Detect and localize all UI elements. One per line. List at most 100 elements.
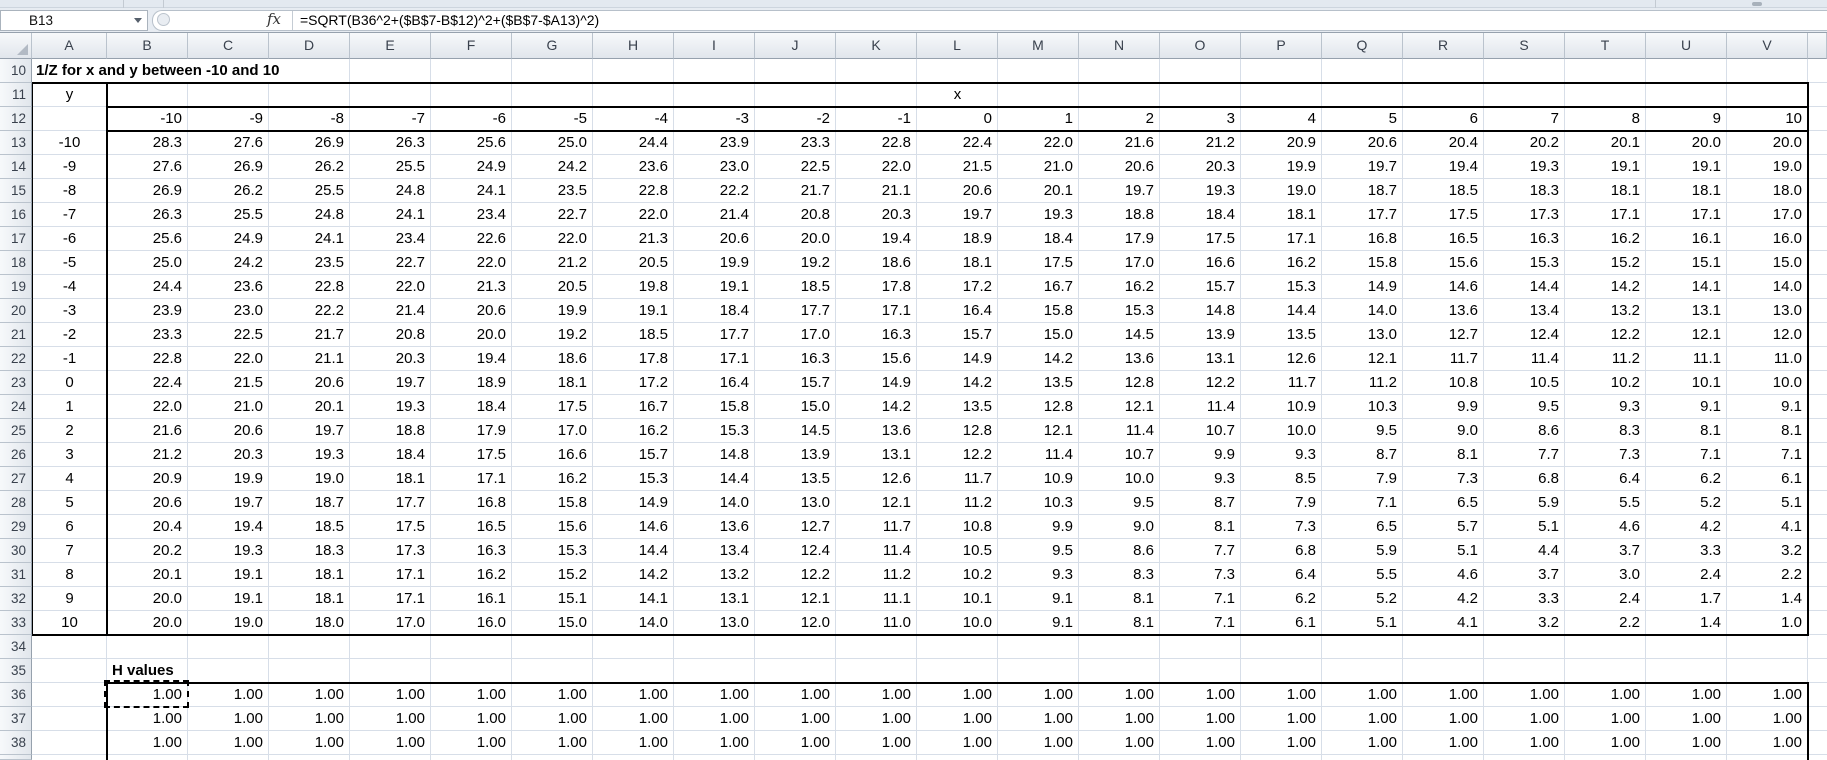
cell[interactable]: 18.3	[1484, 179, 1559, 203]
cell[interactable]: 11.7	[1403, 347, 1478, 371]
column-header[interactable]: J	[755, 33, 836, 59]
cell[interactable]: 20.0	[755, 227, 830, 251]
column-header[interactable]: F	[431, 33, 512, 59]
cell[interactable]: 19.1	[188, 563, 263, 587]
h-value-cell[interactable]: 1.00	[917, 731, 992, 755]
cell[interactable]: 4.2	[1403, 587, 1478, 611]
cell[interactable]: 5.1	[1403, 539, 1478, 563]
cell[interactable]: 15.2	[512, 563, 587, 587]
h-value-cell[interactable]: 1.00	[593, 683, 668, 707]
cell[interactable]: 22.0	[593, 203, 668, 227]
cell[interactable]: 23.6	[593, 155, 668, 179]
cell[interactable]: 7.9	[1322, 467, 1397, 491]
cell[interactable]: 15.3	[593, 467, 668, 491]
cell[interactable]: 10.0	[1727, 371, 1802, 395]
row-header[interactable]: 15	[0, 179, 32, 203]
x-value-cell[interactable]: 6	[1403, 107, 1478, 131]
cell[interactable]: 11.4	[836, 539, 911, 563]
cell[interactable]: 11.4	[998, 443, 1073, 467]
h-value-cell[interactable]: 1.00	[512, 683, 587, 707]
cell[interactable]: 19.1	[1565, 155, 1640, 179]
cell[interactable]: 14.1	[1646, 275, 1721, 299]
cell[interactable]: 7.3	[1241, 515, 1316, 539]
cell[interactable]: 16.5	[1403, 227, 1478, 251]
cell[interactable]: 22.4	[917, 131, 992, 155]
cell[interactable]: 16.4	[917, 299, 992, 323]
cell[interactable]: 13.1	[1160, 347, 1235, 371]
cell[interactable]: 24.9	[431, 155, 506, 179]
column-header[interactable]: S	[1484, 33, 1565, 59]
h-value-cell[interactable]: 1.00	[188, 683, 263, 707]
cell[interactable]: 8.3	[1565, 419, 1640, 443]
row-header[interactable]: 32	[0, 587, 32, 611]
h-value-cell[interactable]: 1.00	[755, 707, 830, 731]
cell[interactable]: 19.0	[188, 611, 263, 635]
h-value-cell[interactable]: 1.00	[1565, 707, 1640, 731]
cell[interactable]: 17.5	[431, 443, 506, 467]
cell[interactable]: 20.8	[350, 323, 425, 347]
cell[interactable]: 8.1	[1727, 419, 1802, 443]
column-header[interactable]: O	[1160, 33, 1241, 59]
cell[interactable]: 22.7	[512, 203, 587, 227]
cell[interactable]: 9.0	[1079, 515, 1154, 539]
cell[interactable]: 15.0	[755, 395, 830, 419]
cell[interactable]: 3.0	[1565, 563, 1640, 587]
y-value-cell[interactable]: -10	[32, 131, 107, 155]
cell[interactable]: 8.5	[1241, 467, 1316, 491]
row-header[interactable]: 24	[0, 395, 32, 419]
h-value-cell[interactable]: 1.00	[431, 731, 506, 755]
cell[interactable]: 18.1	[269, 587, 344, 611]
cell[interactable]: 20.8	[755, 203, 830, 227]
y-value-cell[interactable]: 10	[32, 611, 107, 635]
x-value-cell[interactable]: -6	[431, 107, 506, 131]
cell[interactable]: 22.4	[107, 371, 182, 395]
cell[interactable]: 13.4	[1484, 299, 1559, 323]
cell[interactable]: 14.4	[593, 539, 668, 563]
cell[interactable]: 19.9	[512, 299, 587, 323]
cell[interactable]: 22.0	[431, 251, 506, 275]
cell[interactable]: 10.2	[917, 563, 992, 587]
h-value-cell[interactable]: 1.00	[998, 707, 1073, 731]
cell[interactable]: 16.2	[1241, 251, 1316, 275]
cell[interactable]: 25.6	[431, 131, 506, 155]
cell[interactable]: 20.0	[107, 611, 182, 635]
cell[interactable]: 7.1	[1646, 443, 1721, 467]
cell[interactable]: 23.4	[431, 203, 506, 227]
h-value-cell[interactable]: 1.00	[188, 731, 263, 755]
cell[interactable]: 19.4	[1403, 155, 1478, 179]
cell[interactable]: 15.7	[1160, 275, 1235, 299]
y-value-cell[interactable]: -6	[32, 227, 107, 251]
row-header[interactable]: 34	[0, 635, 32, 659]
cell[interactable]: 8.1	[1646, 419, 1721, 443]
cell[interactable]: 21.6	[107, 419, 182, 443]
cell[interactable]: 23.0	[188, 299, 263, 323]
column-header[interactable]: E	[350, 33, 431, 59]
cell[interactable]: 19.0	[1241, 179, 1316, 203]
cell[interactable]: 22.2	[269, 299, 344, 323]
cell[interactable]: 16.3	[755, 347, 830, 371]
cell[interactable]: 13.1	[1646, 299, 1721, 323]
cell[interactable]: 20.6	[269, 371, 344, 395]
cell[interactable]: 18.1	[1646, 179, 1721, 203]
cell[interactable]: 14.4	[1484, 275, 1559, 299]
cell[interactable]: 24.4	[107, 275, 182, 299]
cell[interactable]: 27.6	[107, 155, 182, 179]
h-value-cell[interactable]: 1.00	[1322, 683, 1397, 707]
cell[interactable]: 3.3	[1646, 539, 1721, 563]
cell[interactable]: 18.6	[836, 251, 911, 275]
cell[interactable]: 16.3	[431, 539, 506, 563]
cell[interactable]: 19.3	[998, 203, 1073, 227]
cell[interactable]: 19.1	[1646, 155, 1721, 179]
cell[interactable]: 20.1	[107, 563, 182, 587]
x-value-cell[interactable]: -8	[269, 107, 344, 131]
cell[interactable]: 11.1	[836, 587, 911, 611]
cell[interactable]: 19.4	[188, 515, 263, 539]
cell[interactable]: 8.3	[1079, 563, 1154, 587]
cell[interactable]: 18.1	[1565, 179, 1640, 203]
cell[interactable]: 7.9	[1241, 491, 1316, 515]
y-value-cell[interactable]: -5	[32, 251, 107, 275]
cell[interactable]: 26.9	[107, 179, 182, 203]
cell[interactable]: 14.9	[1322, 275, 1397, 299]
cell[interactable]: 12.8	[1079, 371, 1154, 395]
cell[interactable]: 19.9	[1241, 155, 1316, 179]
